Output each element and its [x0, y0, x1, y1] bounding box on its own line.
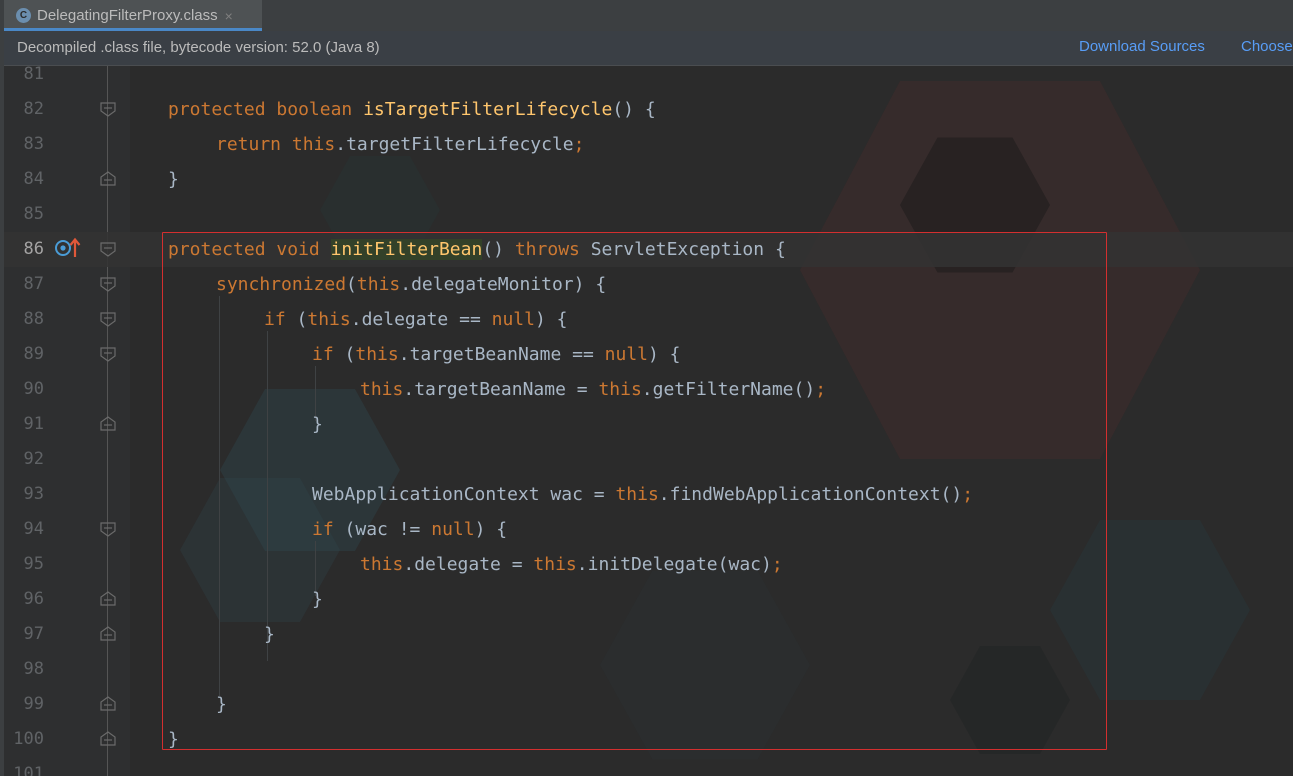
line-number: 86	[23, 239, 44, 259]
line-number: 96	[23, 589, 44, 609]
fold-close-icon[interactable]	[100, 416, 116, 432]
fold-open-icon[interactable]	[100, 241, 116, 257]
code-line: 83 return this.targetFilterLifecycle;	[4, 127, 1293, 162]
line-number: 88	[23, 309, 44, 329]
line-number: 90	[23, 379, 44, 399]
fold-open-icon[interactable]	[100, 346, 116, 362]
fold-close-icon[interactable]	[100, 696, 116, 712]
highlight-rectangle	[162, 232, 1107, 750]
close-icon[interactable]: ×	[225, 8, 233, 24]
code-line: 81	[4, 66, 1293, 92]
fold-open-icon[interactable]	[100, 276, 116, 292]
fold-close-icon[interactable]	[100, 626, 116, 642]
line-number: 99	[23, 694, 44, 714]
line-number: 92	[23, 449, 44, 469]
line-number: 87	[23, 274, 44, 294]
decompiled-notification-bar: Decompiled .class file, bytecode version…	[4, 31, 1293, 66]
line-number: 81	[23, 66, 44, 84]
code-line: 85	[4, 197, 1293, 232]
line-number: 84	[23, 169, 44, 189]
choose-sources-link[interactable]: Choose	[1241, 38, 1293, 55]
line-number: 93	[23, 484, 44, 504]
line-number: 97	[23, 624, 44, 644]
fold-open-icon[interactable]	[100, 311, 116, 327]
line-number: 98	[23, 659, 44, 679]
overrides-method-icon[interactable]	[54, 237, 82, 259]
line-number: 100	[13, 729, 44, 749]
line-number: 94	[23, 519, 44, 539]
download-sources-link[interactable]: Download Sources	[1079, 38, 1205, 55]
code-line: 82 protected boolean isTargetFilterLifec…	[4, 92, 1293, 127]
line-number: 83	[23, 134, 44, 154]
line-number: 89	[23, 344, 44, 364]
code-editor[interactable]: 81 82 protected boolean isTargetFilterLi…	[4, 66, 1293, 776]
fold-open-icon[interactable]	[100, 101, 116, 117]
code-text: }	[168, 169, 179, 190]
tab-label: DelegatingFilterProxy.class	[37, 7, 218, 24]
line-number: 101	[13, 764, 44, 776]
line-number: 85	[23, 204, 44, 224]
fold-open-icon[interactable]	[100, 521, 116, 537]
code-line: 84 }	[4, 162, 1293, 197]
code-text: protected boolean isTargetFilterLifecycl…	[168, 99, 656, 120]
code-text: return this.targetFilterLifecycle;	[216, 134, 585, 155]
fold-close-icon[interactable]	[100, 171, 116, 187]
fold-close-icon[interactable]	[100, 731, 116, 747]
line-number: 95	[23, 554, 44, 574]
class-file-icon: C	[16, 8, 31, 23]
line-number: 91	[23, 414, 44, 434]
code-line: 101	[4, 757, 1293, 776]
fold-close-icon[interactable]	[100, 591, 116, 607]
editor-tab-bar: C DelegatingFilterProxy.class ×	[4, 0, 1293, 32]
decompiled-message: Decompiled .class file, bytecode version…	[17, 39, 380, 56]
line-number: 82	[23, 99, 44, 119]
tab-delegating-filter-proxy[interactable]: C DelegatingFilterProxy.class ×	[4, 0, 262, 31]
